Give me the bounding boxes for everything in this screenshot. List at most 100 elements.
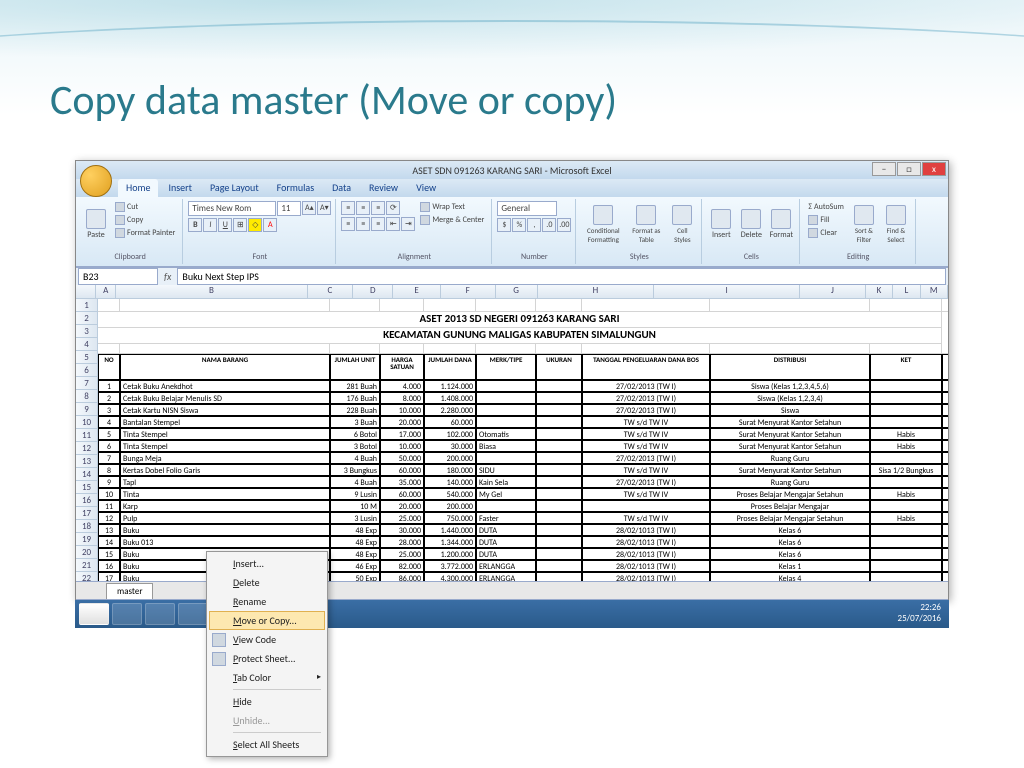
cell[interactable]: HARGA SATUAN: [380, 354, 424, 380]
cell[interactable]: 17: [98, 572, 120, 581]
cell[interactable]: 3.772.000: [424, 560, 476, 572]
paste-button[interactable]: Paste: [82, 201, 110, 247]
cell[interactable]: KET: [870, 354, 942, 380]
format-painter-button[interactable]: Format Painter: [112, 227, 178, 239]
row-header-6[interactable]: 6: [76, 364, 98, 377]
cell[interactable]: [536, 548, 582, 560]
cell-grid[interactable]: ASET 2013 SD NEGERI 091263 KARANG SARIKE…: [98, 299, 948, 581]
context-menu-delete[interactable]: Delete: [209, 573, 325, 592]
cell[interactable]: 28/02/1013 (TW I): [582, 572, 710, 581]
context-menu-protect-sheet[interactable]: Protect Sheet...: [209, 649, 325, 668]
cell[interactable]: 1.200.000: [424, 548, 476, 560]
row-header-12[interactable]: 12: [76, 442, 98, 455]
cell[interactable]: [536, 560, 582, 572]
cell[interactable]: 10 M: [330, 500, 380, 512]
cell[interactable]: 8.000: [380, 392, 424, 404]
cell[interactable]: 102.000: [424, 428, 476, 440]
cell[interactable]: 9: [98, 476, 120, 488]
cell[interactable]: 176 Buah: [330, 392, 380, 404]
cell[interactable]: 46 Exp: [330, 560, 380, 572]
tab-insert[interactable]: Insert: [160, 179, 200, 197]
cell[interactable]: [870, 548, 942, 560]
cell[interactable]: 28.000: [380, 536, 424, 548]
row-header-8[interactable]: 8: [76, 390, 98, 403]
taskbar-powerpoint[interactable]: [178, 603, 208, 625]
cell[interactable]: TW s/d TW IV: [582, 428, 710, 440]
col-header-C[interactable]: C: [308, 285, 354, 299]
cell[interactable]: 20.000: [380, 500, 424, 512]
wrap-text-button[interactable]: Wrap Text: [417, 201, 487, 213]
align-middle-button[interactable]: ≡: [356, 201, 370, 215]
context-menu-rename[interactable]: Rename: [209, 592, 325, 611]
delete-cells-button[interactable]: Delete: [737, 201, 765, 247]
cell[interactable]: [942, 452, 948, 464]
maximize-button[interactable]: □: [897, 162, 921, 176]
cell[interactable]: [536, 392, 582, 404]
conditional-formatting-button[interactable]: Conditional Formatting: [581, 201, 625, 247]
row-header-17[interactable]: 17: [76, 507, 98, 520]
cell[interactable]: [942, 404, 948, 416]
cell[interactable]: 60.000: [424, 416, 476, 428]
font-size-select[interactable]: 11: [277, 201, 301, 216]
format-cells-button[interactable]: Format: [767, 201, 795, 247]
cell[interactable]: [476, 452, 536, 464]
col-header-L[interactable]: L: [893, 285, 920, 299]
cell[interactable]: [536, 476, 582, 488]
cell[interactable]: [582, 299, 710, 312]
col-header-A[interactable]: A: [96, 285, 116, 299]
cell[interactable]: [536, 380, 582, 392]
cell[interactable]: [942, 560, 948, 572]
cell[interactable]: Proses Belajar Mengajar: [710, 500, 870, 512]
cell[interactable]: 180.000: [424, 464, 476, 476]
cell[interactable]: 27/02/2013 (TW I): [582, 380, 710, 392]
cell[interactable]: 5: [98, 428, 120, 440]
merge-center-button[interactable]: Merge & Center: [417, 214, 487, 226]
cell[interactable]: 27/02/2013 (TW I): [582, 392, 710, 404]
cell[interactable]: [942, 512, 948, 524]
cell[interactable]: 28/02/1013 (TW I): [582, 560, 710, 572]
cell[interactable]: 15: [98, 548, 120, 560]
row-header-13[interactable]: 13: [76, 455, 98, 468]
col-header-F[interactable]: F: [441, 285, 496, 299]
border-button[interactable]: ⊞: [233, 218, 247, 232]
cell[interactable]: Siswa (Kelas 1,2,3,4): [710, 392, 870, 404]
cell[interactable]: TW s/d TW IV: [582, 464, 710, 476]
col-header-I[interactable]: I: [654, 285, 800, 299]
col-header-K[interactable]: K: [866, 285, 893, 299]
cell[interactable]: [476, 344, 536, 354]
tab-home[interactable]: Home: [118, 179, 158, 197]
italic-button[interactable]: I: [203, 218, 217, 232]
cell[interactable]: 82.000: [380, 560, 424, 572]
cell[interactable]: [942, 500, 948, 512]
cell[interactable]: 9 Lusin: [330, 488, 380, 500]
row-header-20[interactable]: 20: [76, 546, 98, 559]
cell[interactable]: Biasa: [476, 440, 536, 452]
cell[interactable]: [942, 464, 948, 476]
cell[interactable]: [870, 344, 942, 354]
cell[interactable]: [870, 416, 942, 428]
formula-bar[interactable]: Buku Next Step IPS: [177, 268, 946, 285]
col-header-D[interactable]: D: [353, 285, 393, 299]
cell[interactable]: [942, 536, 948, 548]
cell[interactable]: Pulp: [120, 512, 330, 524]
cell[interactable]: Cetak Buku Anekdhot: [120, 380, 330, 392]
cell[interactable]: 1.408.000: [424, 392, 476, 404]
cell[interactable]: [942, 440, 948, 452]
cell[interactable]: Habis: [870, 488, 942, 500]
cell[interactable]: 20.000: [380, 416, 424, 428]
cell[interactable]: 6 Botol: [330, 428, 380, 440]
cell[interactable]: Surat Menyurat Kantor Setahun: [710, 464, 870, 476]
orientation-button[interactable]: ⟳: [386, 201, 400, 215]
row-header-21[interactable]: 21: [76, 559, 98, 572]
cell[interactable]: 3: [98, 404, 120, 416]
cell[interactable]: Proses Belajar Mengajar Setahun: [710, 512, 870, 524]
cell[interactable]: Faster: [476, 512, 536, 524]
cell[interactable]: [710, 299, 870, 312]
minimize-button[interactable]: −: [872, 162, 896, 176]
row-header-4[interactable]: 4: [76, 338, 98, 351]
cell[interactable]: [870, 500, 942, 512]
cell[interactable]: JUMLAH DANA: [424, 354, 476, 380]
cell[interactable]: Buku 013: [120, 536, 330, 548]
cell[interactable]: 16: [98, 560, 120, 572]
col-header-E[interactable]: E: [393, 285, 440, 299]
